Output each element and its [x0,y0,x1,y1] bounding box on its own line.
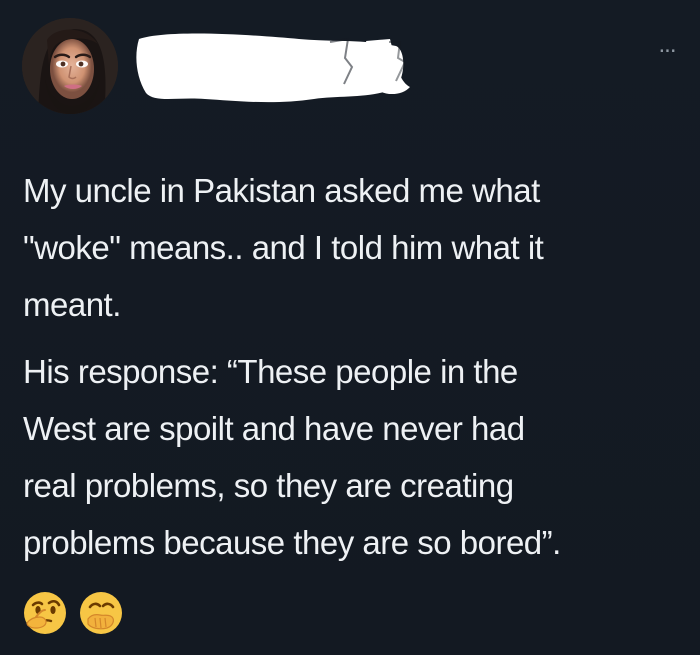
tweet-line-3: meant. [23,286,121,323]
avatar-image [22,18,118,114]
tweet-line-2: "woke" means.. and I told him what it [23,229,544,266]
more-options-button[interactable]: ... [652,33,682,57]
tweet-card: ... My uncle in Pakistan asked me what "… [0,0,700,655]
avatar[interactable] [22,18,118,114]
tweet-line-1: My uncle in Pakistan asked me what [23,172,540,209]
face-with-hand-over-mouth-icon [80,592,122,634]
tweet-line-7: problems because they are so bored”. [23,524,561,561]
tweet-text: My uncle in Pakistan asked me what "woke… [23,162,678,571]
tweet-line-4: His response: “These people in the [23,353,518,390]
tweet-paragraph-1: My uncle in Pakistan asked me what "woke… [23,162,678,333]
tweet-line-6: real problems, so they are creating [23,467,514,504]
thinking-face-icon [24,592,66,634]
tweet-paragraph-2: His response: “These people in the West … [23,343,678,571]
tweet-line-5: West are spoilt and have never had [23,410,525,447]
redacted-username [134,27,416,115]
emoji-row [22,590,124,636]
